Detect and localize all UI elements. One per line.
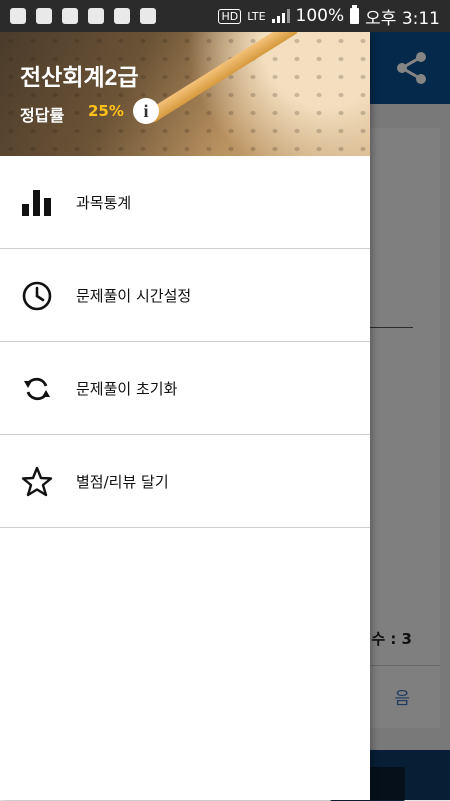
- keyhole-notification-icon: [36, 8, 52, 24]
- battery-percent: 100%: [295, 6, 345, 26]
- mail-notification-icon: [88, 8, 104, 24]
- hd-voice-icon: HD: [218, 8, 242, 24]
- menu-label: 별점/리뷰 달기: [76, 473, 169, 491]
- menu-item-review[interactable]: 별점/리뷰 달기: [0, 435, 370, 528]
- clock-icon: [22, 281, 52, 311]
- drawer-menu: 과목통계 문제풀이 시간설정 문제풀이 초기화 별점/리뷰 달기: [0, 156, 370, 528]
- signal-icon: [271, 9, 290, 23]
- menu-item-subject-stats[interactable]: 과목통계: [0, 156, 370, 249]
- star-icon: [21, 466, 53, 497]
- menu-label: 문제풀이 시간설정: [76, 287, 192, 305]
- refresh-icon: [24, 377, 50, 401]
- menu-label: 문제풀이 초기화: [76, 380, 178, 398]
- battery-icon: [350, 5, 360, 24]
- bar-chart-icon: [22, 190, 51, 216]
- menu-item-time-setting[interactable]: 문제풀이 시간설정: [0, 249, 370, 342]
- lte-icon: LTE: [247, 9, 266, 23]
- app-title: 전산회계2급: [20, 64, 139, 90]
- notification-icons: [0, 8, 156, 24]
- info-icon[interactable]: i: [133, 98, 159, 124]
- chat-notification-icon: [10, 8, 26, 24]
- app-notification-icon: [140, 8, 156, 24]
- menu-label: 과목통계: [76, 194, 132, 212]
- drawer-header: 전산회계2급 정답률 25% i: [0, 32, 370, 156]
- menu-item-reset[interactable]: 문제풀이 초기화: [0, 342, 370, 435]
- image-notification-icon: [62, 8, 78, 24]
- status-bar: HD LTE 100% 오후 3:11: [0, 0, 450, 32]
- clock-time: 오후 3:11: [365, 8, 440, 29]
- navigation-drawer: 전산회계2급 정답률 25% i 과목통계 문제풀이 시간설정 문제풀이 초기화…: [0, 32, 370, 800]
- correct-rate-value: 25%: [88, 102, 124, 120]
- correct-rate-label: 정답률: [20, 106, 65, 125]
- missed-call-notification-icon: [114, 8, 130, 24]
